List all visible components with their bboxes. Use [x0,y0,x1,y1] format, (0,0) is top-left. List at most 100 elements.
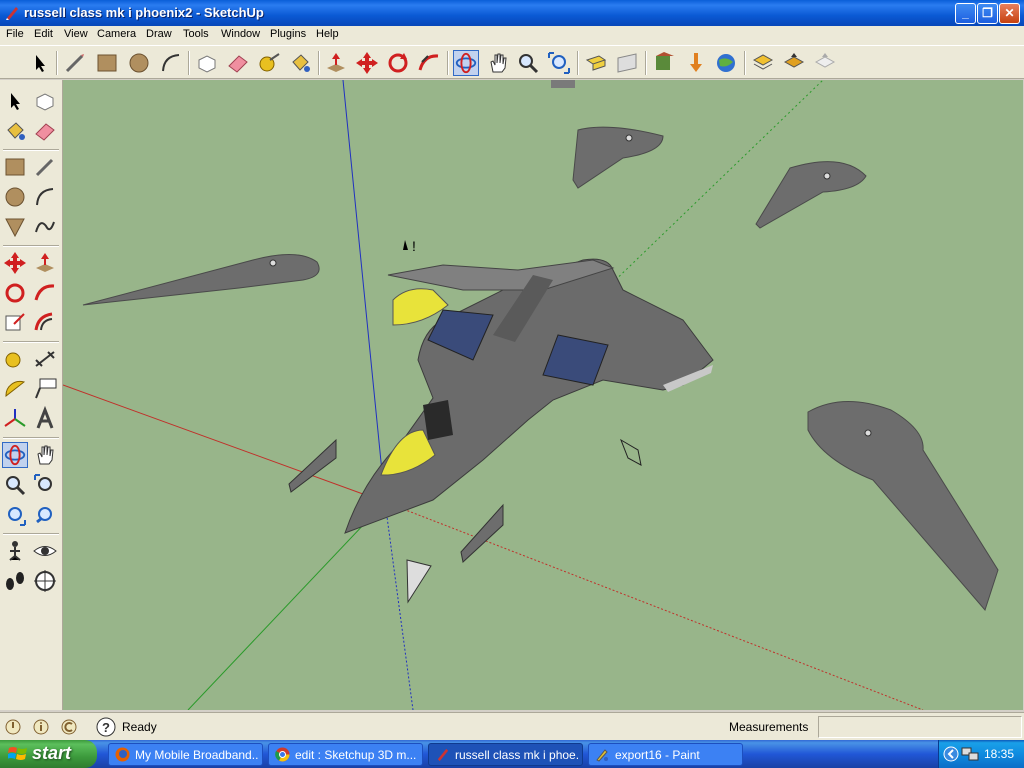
wing-hole [269,259,277,267]
push-pull-icon[interactable] [32,250,58,276]
title-bar[interactable]: russell class mk i phoenix2 - SketchUp _… [0,0,1024,26]
menu-plugins[interactable]: Plugins [270,28,306,40]
tray-expand-icon[interactable] [943,746,959,762]
position-camera-icon[interactable] [2,538,28,564]
zoom-icon[interactable] [2,472,28,498]
task-label: russell class mk i phoe... [455,748,579,762]
sketchup-app-icon [6,7,18,20]
3d-text-icon[interactable] [32,406,58,432]
tape-measure-icon[interactable] [2,346,28,372]
previous-view-icon[interactable] [583,50,609,76]
drawing-viewport[interactable]: ! [63,80,1023,710]
menu-view[interactable]: View [64,28,88,40]
follow-me-icon[interactable] [32,280,58,306]
menu-camera[interactable]: Camera [97,28,136,40]
toolbar-separator [188,51,190,75]
axes-icon[interactable] [2,406,28,432]
scale-icon[interactable] [2,310,28,336]
toggle-terrain-icon[interactable] [781,50,807,76]
menu-help[interactable]: Help [316,28,339,40]
rectangle-icon[interactable] [94,50,120,76]
offset-icon[interactable] [32,310,58,336]
zoom-window-icon[interactable] [32,472,58,498]
menu-bar: File Edit View Camera Draw Tools Window … [0,26,1024,45]
maximize-button[interactable]: ❐ [977,3,998,24]
toolbar-separator [645,51,647,75]
walk-icon[interactable] [2,568,28,594]
get-current-view-icon[interactable] [750,50,776,76]
menu-file[interactable]: File [6,28,24,40]
paint-bucket-icon[interactable] [2,118,28,144]
pan-icon[interactable] [485,50,511,76]
wing-hole [823,172,831,180]
zoom-extents-icon[interactable] [2,502,28,528]
share-model-icon[interactable] [682,50,708,76]
help-icon[interactable]: ? [96,717,116,737]
line-icon[interactable] [32,154,58,180]
tape-measure-icon[interactable] [256,50,282,76]
make-component-icon[interactable] [194,50,220,76]
paint-app-icon [596,749,608,762]
next-view-icon[interactable] [614,50,640,76]
look-around-icon[interactable] [32,538,58,564]
task-label: My Mobile Broadband... [135,748,259,762]
arc-icon[interactable] [32,184,58,210]
system-tray: 18:35 [938,740,1024,768]
taskbar-item-broadband[interactable]: My Mobile Broadband... [108,743,263,766]
taskbar-item-edit-sketchup[interactable]: edit : Sketchup 3D m... [268,743,423,766]
eraser-icon[interactable] [32,118,58,144]
close-button[interactable]: ✕ [999,3,1020,24]
menu-window[interactable]: Window [221,28,260,40]
follow-me-icon[interactable] [416,50,442,76]
circle-icon[interactable] [2,184,28,210]
select-icon[interactable] [2,88,28,114]
taskbar-item-paint[interactable]: export16 - Paint [588,743,743,766]
measurements-label: Measurements [729,720,809,734]
menu-draw[interactable]: Draw [146,28,172,40]
dimension-icon[interactable] [32,346,58,372]
google-earth-icon[interactable] [713,50,739,76]
orbit-icon[interactable] [453,50,479,76]
protractor-icon[interactable] [2,376,28,402]
previous-icon[interactable] [32,502,58,528]
circle-icon[interactable] [126,50,152,76]
line-icon[interactable] [62,50,88,76]
zoom-icon[interactable] [515,50,541,76]
credits-icon[interactable] [32,718,50,736]
toolbar-separator [577,51,579,75]
push-pull-icon[interactable] [323,50,349,76]
toolbar-separator [744,51,746,75]
move-icon[interactable] [2,250,28,276]
palette-separator [3,245,59,247]
network-icon[interactable] [961,746,979,762]
minimize-button[interactable]: _ [955,3,976,24]
place-model-icon[interactable] [812,50,838,76]
start-button[interactable]: start [0,740,97,768]
rectangle-icon[interactable] [2,154,28,180]
window-title: russell class mk i phoenix2 - SketchUp [24,5,264,20]
menu-tools[interactable]: Tools [183,28,209,40]
paint-bucket-icon[interactable] [287,50,313,76]
select-icon[interactable] [27,50,53,76]
rotate-icon[interactable] [2,280,28,306]
polygon-icon[interactable] [2,214,28,240]
text-icon[interactable] [32,376,58,402]
clock: 18:35 [984,747,1015,761]
menu-edit[interactable]: Edit [34,28,53,40]
section-plane-icon[interactable] [32,568,58,594]
taskbar-item-sketchup[interactable]: russell class mk i phoe... [428,743,583,766]
measurements-input[interactable] [818,716,1022,738]
eraser-icon[interactable] [225,50,251,76]
wing-hole [625,134,633,142]
make-component-icon[interactable] [32,88,58,114]
orbit-icon[interactable] [2,442,28,468]
rotate-icon[interactable] [385,50,411,76]
get-models-icon[interactable] [651,50,677,76]
zoom-extents-icon[interactable] [546,50,572,76]
geo-location-icon[interactable] [4,718,22,736]
arc-icon[interactable] [158,50,184,76]
pan-icon[interactable] [32,442,58,468]
freehand-icon[interactable] [32,214,58,240]
move-icon[interactable] [354,50,380,76]
copyright-icon[interactable] [60,718,78,736]
